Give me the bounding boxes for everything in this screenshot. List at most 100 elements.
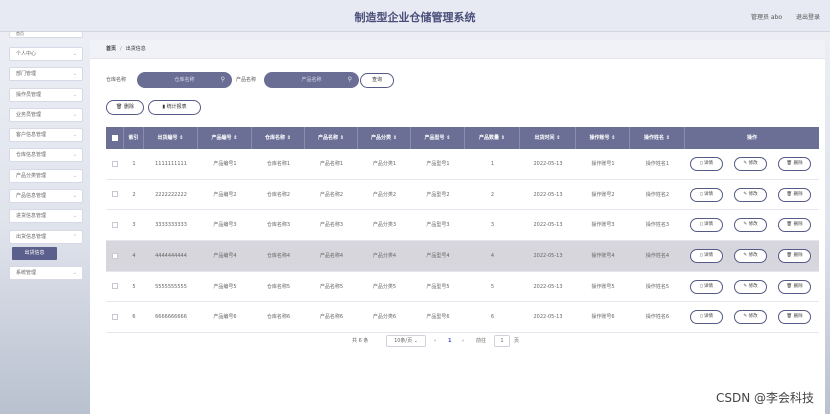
edit-button[interactable]: ✎ 修改 xyxy=(734,310,767,325)
sidebar-item-label: 个人中心 xyxy=(16,51,37,57)
edit-icon: ✎ xyxy=(743,191,748,197)
product-search-input[interactable]: 产品名称 ⚲ xyxy=(264,72,359,88)
button-label: 详情 xyxy=(703,253,713,259)
table-cell: 操作姓名5 xyxy=(645,283,670,290)
delete-button[interactable]: 🗑 删除 xyxy=(778,279,811,294)
col-header[interactable]: 仓库名称 ⇕ xyxy=(252,127,305,149)
edit-button[interactable]: ✎ 修改 xyxy=(734,279,767,294)
table-cell: 2022-05-13 xyxy=(533,283,563,290)
logout-link[interactable]: 退出登录 xyxy=(796,14,820,21)
table-row[interactable]: 1 1111111111 产品编号1 仓库名称1 产品名称1 产品分类1 产品型号1 1 202… xyxy=(106,149,819,180)
sidebar-item-category[interactable]: 产品分类管理 ⌄ xyxy=(9,168,83,183)
table-cell: 2022-05-13 xyxy=(533,222,563,229)
delete-button[interactable]: 🗑 删除 xyxy=(778,249,811,264)
select-all-checkbox[interactable] xyxy=(106,127,124,149)
table-cell: 产品分类2 xyxy=(372,191,397,198)
table-row[interactable]: 5 5555555555 产品编号5 仓库名称5 产品名称5 产品分类5 产品型号5 5 202… xyxy=(106,272,819,303)
trash-icon: 🗑 xyxy=(786,283,793,289)
sidebar-item-label: 仓库信息管理 xyxy=(16,152,47,159)
table-cell: 产品型号1 xyxy=(426,161,450,167)
sidebar-item-product[interactable]: 产品信息管理 ⌄ xyxy=(9,189,83,204)
table-cell: 操作姓名1 xyxy=(645,161,670,167)
col-header[interactable]: 产品型号 ⇕ xyxy=(411,127,465,149)
col-header[interactable]: 操作姓名 ⇕ xyxy=(630,127,685,149)
chevron-up-icon: ⌃ xyxy=(72,233,77,240)
table-row[interactable]: 2 2222222222 产品编号2 仓库名称2 产品名称2 产品分类2 产品型号2 2 202… xyxy=(106,180,819,211)
current-user: 管理员 abo xyxy=(750,14,783,21)
stats-report-button[interactable]: ▮ 统计报表 xyxy=(148,100,201,115)
sidebar-item-customer[interactable]: 客户信息管理 ⌄ xyxy=(9,128,83,143)
col-header[interactable]: 出货编号 ⇕ xyxy=(144,127,198,149)
table-cell: 6 xyxy=(132,314,136,321)
row-checkbox[interactable] xyxy=(106,180,124,210)
view-icon: ▯ xyxy=(700,253,703,259)
detail-button[interactable]: ▯ 详情 xyxy=(690,279,723,294)
breadcrumb-home[interactable]: 首页 xyxy=(106,46,116,52)
sidebar-item-operator[interactable]: 操作员管理 ⌄ xyxy=(9,87,83,102)
page-number-1[interactable]: 1 xyxy=(448,335,451,347)
sidebar-item-label: 首页 xyxy=(16,31,24,36)
delete-button[interactable]: 🗑 删除 xyxy=(778,218,811,233)
row-checkbox[interactable] xyxy=(106,272,124,302)
goto-page-input[interactable]: 1 xyxy=(494,335,510,347)
sidebar-item-system[interactable]: 系统管理 ⌄ xyxy=(9,265,83,280)
edit-button[interactable]: ✎ 修改 xyxy=(734,249,767,264)
table-cell: 操作账号1 xyxy=(591,161,615,167)
chevron-down-icon: ⌄ xyxy=(72,51,77,57)
sidebar-subitem-shipment-info[interactable]: 出货信息 xyxy=(12,246,57,260)
col-header[interactable]: 出货时间 ⇕ xyxy=(520,127,576,149)
button-label: 修改 xyxy=(748,191,758,197)
delete-button[interactable]: 🗑 删除 xyxy=(778,187,811,202)
row-checkbox[interactable] xyxy=(106,241,124,271)
edit-button[interactable]: ✎ 修改 xyxy=(734,187,767,202)
table-cell: 1111111111 xyxy=(155,161,187,167)
table-row[interactable]: 6 6666666666 产品编号6 仓库名称6 产品名称6 产品分类6 产品型号6 6 202… xyxy=(106,302,819,334)
col-header[interactable]: 操作账号 ⇕ xyxy=(576,127,630,149)
detail-button[interactable]: ▯ 详情 xyxy=(690,249,723,264)
main-panel: 首页 / 出货信息 仓库名称 仓库名称 ⚲ 产品名称 产品名称 ⚲ 查询 🗑 删除 ▮ … xyxy=(90,40,825,414)
page-unit-label: 页 xyxy=(514,338,520,344)
next-page-button[interactable]: › xyxy=(462,335,464,347)
table-cell: 产品型号3 xyxy=(426,222,450,229)
batch-delete-button[interactable]: 🗑 删除 xyxy=(106,100,144,115)
table-cell: 仓库名称5 xyxy=(266,283,291,290)
sidebar-item-salesman[interactable]: 业务员管理 ⌄ xyxy=(9,107,83,122)
row-checkbox[interactable] xyxy=(106,302,124,332)
sidebar-item-purchase[interactable]: 进货信息管理 ⌄ xyxy=(9,209,83,224)
table-cell: 产品名称5 xyxy=(319,283,344,290)
row-checkbox[interactable] xyxy=(106,149,124,179)
col-header[interactable]: 产品数量 ⇕ xyxy=(465,127,520,149)
detail-button[interactable]: ▯ 详情 xyxy=(690,157,723,171)
col-header[interactable]: 产品编号 ⇕ xyxy=(198,127,252,149)
table-cell: 仓库名称1 xyxy=(266,161,291,167)
delete-button[interactable]: 🗑 删除 xyxy=(778,310,811,325)
edit-button[interactable]: ✎ 修改 xyxy=(734,157,767,171)
sidebar-item-department[interactable]: 部门管理 ⌄ xyxy=(9,67,83,82)
button-label: 详情 xyxy=(703,161,713,166)
sidebar-item-shipment[interactable]: 出货信息管理 ⌃ xyxy=(9,229,83,244)
detail-button[interactable]: ▯ 详情 xyxy=(690,218,723,233)
page-size-select[interactable]: 10条/页 ⌄ xyxy=(386,335,426,347)
product-placeholder: 产品名称 xyxy=(301,77,322,83)
delete-button[interactable]: 🗑 删除 xyxy=(778,157,811,171)
detail-button[interactable]: ▯ 详情 xyxy=(690,187,723,202)
sidebar-item-home[interactable]: 首页 xyxy=(9,32,83,38)
row-checkbox[interactable] xyxy=(106,210,124,240)
table-row[interactable]: 4 4444444444 产品编号4 仓库名称4 产品名称4 产品分类4 产品型号4 4 202… xyxy=(106,241,819,272)
warehouse-search-input[interactable]: 仓库名称 ⚲ xyxy=(137,72,232,88)
prev-page-button[interactable]: ‹ xyxy=(434,335,436,347)
sidebar-item-label: 操作员管理 xyxy=(16,91,42,98)
header-user-area: 管理员 abo 退出登录 xyxy=(739,12,820,21)
col-header[interactable]: 产品名称 ⇕ xyxy=(305,127,358,149)
table-row[interactable]: 3 3333333333 产品编号3 仓库名称3 产品名称3 产品分类3 产品型号3 3 202… xyxy=(106,210,819,242)
detail-button[interactable]: ▯ 详情 xyxy=(690,310,723,325)
button-label: 详情 xyxy=(703,314,713,320)
table-cell: 4 xyxy=(490,253,495,260)
edit-button[interactable]: ✎ 修改 xyxy=(734,218,767,233)
query-button[interactable]: 查询 xyxy=(360,73,394,88)
col-header[interactable]: 产品分类 ⇕ xyxy=(358,127,411,149)
sidebar-item-profile[interactable]: 个人中心 ⌄ xyxy=(9,47,83,61)
trash-icon: 🗑 xyxy=(786,253,793,259)
col-header: 索引 xyxy=(124,127,144,149)
sidebar-item-warehouse[interactable]: 仓库信息管理 ⌄ xyxy=(9,148,83,163)
